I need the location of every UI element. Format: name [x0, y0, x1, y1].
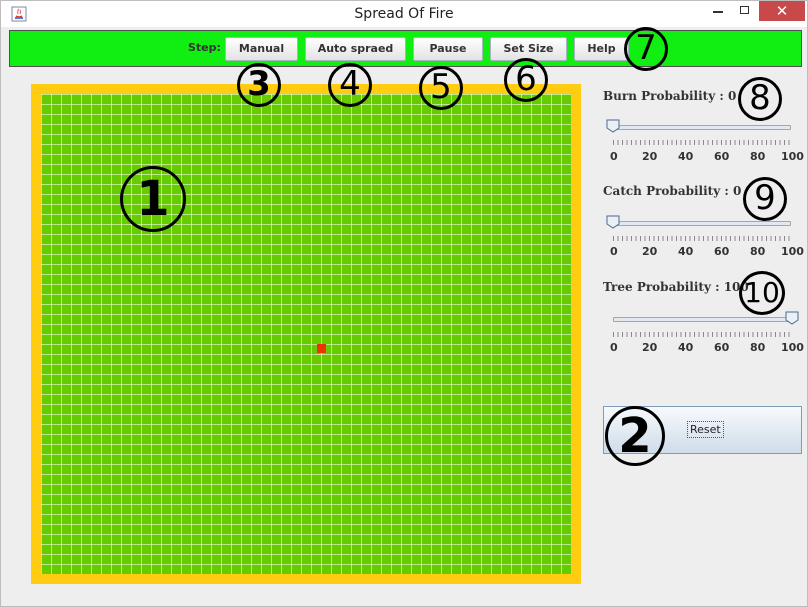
minimize-icon	[713, 11, 723, 13]
tick-label: 0	[610, 150, 618, 163]
tick-label: 100	[781, 150, 804, 163]
tree-slider-thumb[interactable]	[785, 311, 799, 325]
callout-1: 1	[120, 166, 186, 232]
callout-10: 10	[739, 271, 785, 315]
callout-8: 8	[738, 77, 782, 121]
burn-probability-slider[interactable]	[613, 125, 791, 130]
pause-button[interactable]: Pause	[413, 37, 483, 61]
reset-label: Reset	[687, 421, 724, 438]
tick-label: 0	[610, 341, 618, 354]
help-button[interactable]: Help	[574, 37, 629, 61]
tick-label: 100	[781, 245, 804, 258]
callout-7: 7	[624, 27, 668, 71]
tree-slider-scale: 0 20 40 60 80 100	[607, 341, 807, 355]
tick-label: 60	[714, 245, 730, 258]
tick-label: 20	[642, 341, 658, 354]
callout-5: 5	[419, 66, 463, 110]
tree-probability-slider[interactable]	[613, 317, 791, 322]
burn-slider-scale: 0 20 40 60 80 100	[607, 150, 807, 164]
callout-6: 6	[504, 58, 548, 102]
app-window: Spread Of Fire ✕ Step: 0 Manual Auto spr…	[0, 0, 808, 607]
tick-label: 40	[678, 341, 694, 354]
forest-grid[interactable]	[31, 84, 581, 584]
burn-slider-ticks	[613, 140, 793, 145]
callout-4: 4	[328, 63, 372, 107]
tree-slider-ticks	[613, 332, 793, 337]
catch-slider-scale: 0 20 40 60 80 100	[607, 245, 807, 259]
tree-probability-label: Tree Probability : 100	[603, 280, 749, 294]
catch-probability-slider[interactable]	[613, 221, 791, 226]
window-title: Spread Of Fire	[354, 6, 454, 22]
burn-probability-label: Burn Probability : 0	[603, 89, 737, 103]
tick-label: 80	[750, 341, 766, 354]
tick-label: 40	[678, 150, 694, 163]
callout-3: 3	[237, 63, 281, 107]
maximize-icon	[740, 6, 749, 14]
manual-button[interactable]: Manual	[225, 37, 298, 61]
close-button[interactable]: ✕	[759, 1, 805, 21]
tick-label: 20	[642, 245, 658, 258]
callout-9: 9	[743, 177, 787, 221]
catch-probability-label: Catch Probability : 0	[603, 184, 742, 198]
auto-spread-button[interactable]: Auto spraed	[305, 37, 406, 61]
tick-label: 40	[678, 245, 694, 258]
catch-slider-thumb[interactable]	[606, 215, 620, 229]
minimize-button[interactable]	[701, 1, 735, 21]
close-icon: ✕	[775, 2, 789, 20]
callout-2: 2	[605, 406, 665, 466]
tick-label: 0	[610, 245, 618, 258]
control-toolbar: Step: 0 Manual Auto spraed Pause Set Siz…	[9, 30, 802, 67]
burning-cell	[317, 344, 326, 353]
tick-label: 80	[750, 150, 766, 163]
tick-label: 20	[642, 150, 658, 163]
tick-label: 100	[781, 341, 804, 354]
tick-label: 60	[714, 150, 730, 163]
burn-slider-thumb[interactable]	[606, 119, 620, 133]
tick-label: 80	[750, 245, 766, 258]
tick-label: 60	[714, 341, 730, 354]
tree-cells[interactable]	[41, 94, 571, 574]
catch-slider-ticks	[613, 236, 793, 241]
title-bar: Spread Of Fire ✕	[1, 1, 807, 27]
maximize-button[interactable]	[731, 1, 759, 21]
